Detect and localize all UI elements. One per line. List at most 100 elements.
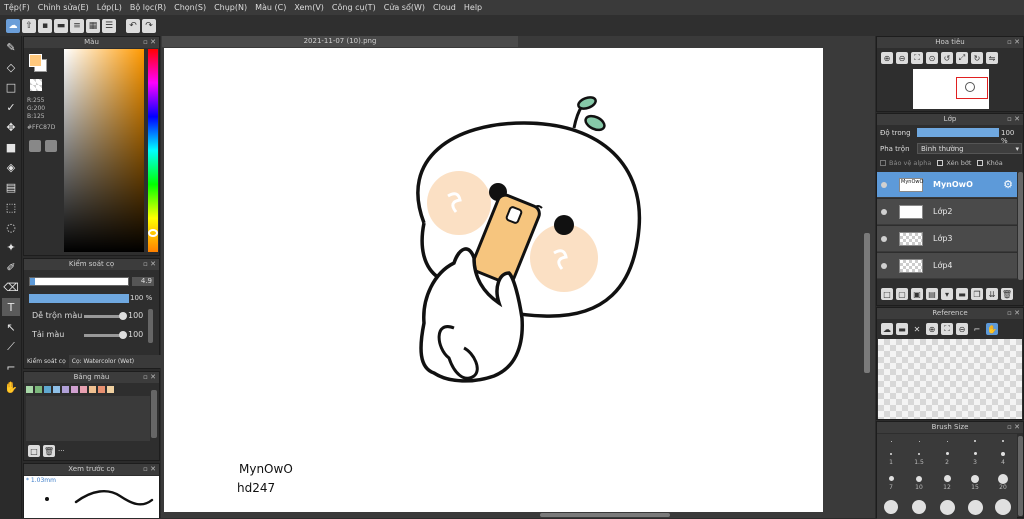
blend-slider[interactable]	[84, 312, 127, 320]
folder-icon[interactable]: ▬	[956, 288, 968, 300]
menu-item[interactable]: Chỉnh sửa(E)	[38, 3, 89, 12]
zoom-reset-icon[interactable]: ⊙	[926, 52, 938, 64]
navigator-preview[interactable]	[913, 69, 989, 109]
fit-icon[interactable]: ⛶	[941, 323, 953, 335]
bucket-tool-icon[interactable]: ◈	[2, 158, 20, 176]
divide-tool-icon[interactable]: ⟋	[2, 338, 20, 356]
zoom-in-icon[interactable]: ⊕	[926, 323, 938, 335]
brush-size-preset[interactable]	[967, 499, 983, 515]
canvas-horizontal-scrollbar[interactable]	[164, 512, 864, 518]
panel-close-icon[interactable]: ▫ ✕	[143, 464, 156, 475]
zoom-in-icon[interactable]: ⊕	[881, 52, 893, 64]
brush-size-preset[interactable]	[998, 473, 1008, 484]
rect-select-icon[interactable]: □	[2, 78, 20, 96]
eye-icon[interactable]	[881, 262, 887, 269]
menu-item[interactable]: Bộ lọc(R)	[130, 3, 166, 12]
layer-opacity-slider[interactable]	[917, 128, 999, 137]
palette-swatch[interactable]	[53, 386, 60, 393]
eraser-tool-icon[interactable]: ◇	[2, 58, 20, 76]
rotate-right-icon[interactable]: ↻	[971, 52, 983, 64]
brush-size-preset[interactable]	[1001, 451, 1005, 456]
brush-size-preset[interactable]	[890, 452, 892, 455]
panel-close-icon[interactable]: ▫ ✕	[1007, 308, 1020, 319]
layer-list-scrollbar[interactable]	[1018, 172, 1023, 280]
lock-checkbox[interactable]	[977, 160, 984, 166]
open-folder-icon[interactable]: ▬	[896, 323, 908, 335]
panel-close-icon[interactable]: ▫ ✕	[143, 259, 156, 270]
magic-wand-icon[interactable]: ✦	[2, 238, 20, 256]
brush-size-preset[interactable]	[918, 440, 920, 442]
menu-item[interactable]: Cửa sổ(W)	[384, 3, 425, 12]
brush-size-preset[interactable]	[945, 452, 949, 455]
drawing-canvas[interactable]: MynOwO hd247	[164, 48, 823, 512]
layer-row[interactable]: MynOwO MynOwO ⚙	[877, 172, 1017, 198]
panel-close-icon[interactable]: ▫ ✕	[1007, 114, 1020, 125]
canvas-vertical-scrollbar[interactable]	[863, 48, 871, 512]
zoom-out-icon[interactable]: ⊖	[956, 323, 968, 335]
hue-slider[interactable]	[148, 49, 158, 252]
transparent-swatch[interactable]	[30, 79, 42, 91]
clipping-checkbox[interactable]	[937, 160, 944, 166]
new-8bit-layer-icon[interactable]: ▤	[926, 288, 938, 300]
export-icon[interactable]: ⇧	[22, 18, 36, 33]
brush-size-preset[interactable]	[890, 440, 892, 442]
palette-swatch[interactable]	[26, 386, 33, 393]
brush-tool-icon[interactable]: ✎	[2, 38, 20, 56]
fit-window-icon[interactable]: ⛶	[911, 52, 923, 64]
brush-size-value[interactable]: 4.9	[132, 277, 154, 286]
redo-icon[interactable]: ↷	[142, 18, 156, 33]
panel-close-icon[interactable]: ▫ ✕	[1007, 422, 1020, 433]
eye-icon[interactable]	[881, 235, 887, 242]
menu-item[interactable]: Help	[464, 3, 482, 12]
palette-swatch[interactable]	[98, 386, 105, 393]
new-1bit-layer-icon[interactable]: ▣	[911, 288, 923, 300]
palette-swatch[interactable]	[107, 386, 114, 393]
zoom-out-icon[interactable]: ⊖	[896, 52, 908, 64]
hand-icon[interactable]: ✋	[986, 323, 998, 335]
layer-blend-select[interactable]: Bình thường ▾	[917, 143, 1022, 154]
operation-tool-icon[interactable]: ↖	[2, 318, 20, 336]
brush-size-preset[interactable]	[943, 475, 951, 482]
layer-row[interactable]: Lớp2	[877, 199, 1017, 225]
list-icon[interactable]: ☰	[102, 18, 116, 33]
new-layer-icon[interactable]: □	[881, 288, 893, 300]
close-icon[interactable]: ✕	[911, 323, 923, 335]
layer-row[interactable]: Lớp4	[877, 253, 1017, 279]
panel-close-icon[interactable]: ▫ ✕	[143, 37, 156, 48]
menu-item[interactable]: Tệp(F)	[4, 3, 30, 12]
palette-swatch[interactable]	[71, 386, 78, 393]
brush-size-preset[interactable]	[888, 476, 894, 481]
grid-icon[interactable]: ▦	[86, 18, 100, 33]
saturation-value-field[interactable]	[64, 49, 144, 252]
scroll-thumb[interactable]	[864, 233, 870, 373]
brush-size-preset[interactable]	[1002, 440, 1004, 442]
palette-swatch[interactable]	[62, 386, 69, 393]
flip-icon[interactable]: ⇋	[986, 52, 998, 64]
copy-layer-icon[interactable]: ❐	[971, 288, 983, 300]
fullscreen-icon[interactable]: ⤢	[956, 52, 968, 64]
fill-rect-icon[interactable]: ■	[2, 138, 20, 156]
menu-item[interactable]: Công cụ(T)	[332, 3, 376, 12]
scroll-thumb[interactable]	[540, 513, 670, 517]
document-icon[interactable]: ≡	[70, 18, 84, 33]
menu-item[interactable]: Lớp(L)	[97, 3, 122, 12]
color-slider-icon[interactable]	[45, 140, 57, 152]
gradient-tool-icon[interactable]: ▤	[2, 178, 20, 196]
brush-size-preset[interactable]	[995, 499, 1011, 515]
brush-size-preset[interactable]	[946, 440, 948, 442]
palette-swatch[interactable]	[80, 386, 87, 393]
rotate-left-icon[interactable]: ↺	[941, 52, 953, 64]
brush-size-preset[interactable]	[974, 440, 976, 442]
eyedropper-icon[interactable]: ⌐	[971, 323, 983, 335]
new-halftone-layer-icon[interactable]: ▢	[896, 288, 908, 300]
merge-layer-icon[interactable]: ⇊	[986, 288, 998, 300]
palette-scrollbar[interactable]	[151, 390, 157, 438]
brush-size-preset[interactable]	[884, 500, 898, 514]
tab-brush-control[interactable]: Kiểm soát cọ	[24, 355, 69, 368]
chat-icon[interactable]: ▬	[54, 18, 68, 33]
comment-icon[interactable]: ▪	[38, 18, 52, 33]
panel-close-icon[interactable]: ▫ ✕	[143, 372, 156, 383]
color-wheel-icon[interactable]	[29, 140, 41, 152]
undo-icon[interactable]: ↶	[126, 18, 140, 33]
brush-size-preset[interactable]	[939, 499, 955, 515]
